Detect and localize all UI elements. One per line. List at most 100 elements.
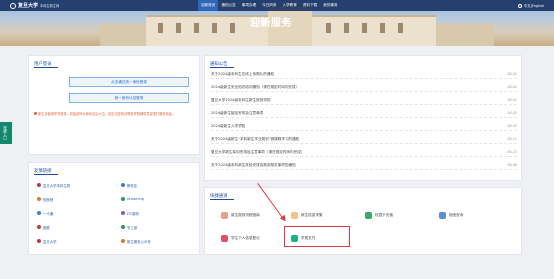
notice-title: 2024级新生入学须知 bbox=[211, 123, 246, 128]
language-label: 中文|English bbox=[523, 4, 544, 8]
notice-title: 复旦大学新生军训安排及注意事项（请在规定时间内完成） bbox=[211, 149, 305, 154]
link-icon bbox=[121, 183, 125, 187]
login-panel: 用户登录 点击通过统一身份登录 统一身份认证登录 新生请使用学号登录，初始密码为… bbox=[28, 55, 200, 155]
notice-date: 08-06 bbox=[507, 163, 517, 167]
tile-label: 校园卡充值 bbox=[375, 212, 393, 217]
building-wing-right bbox=[434, 24, 494, 46]
nav-item-my-affairs[interactable]: 我的事务 bbox=[320, 0, 340, 11]
quick-tile-registration-guide[interactable]: 新生报到流程指南 bbox=[217, 205, 279, 225]
form-icon bbox=[291, 211, 298, 219]
link-university[interactable]: 复旦大学 bbox=[37, 238, 57, 244]
link-label: 新生服务公众号 bbox=[127, 239, 151, 244]
link-label: 学工部 bbox=[127, 225, 138, 230]
side-quick-tab[interactable]: 快捷入口 bbox=[0, 122, 12, 144]
tile-label: 新生信息采集 bbox=[301, 212, 323, 217]
notice-date: 08-02 bbox=[507, 111, 517, 115]
notice-row[interactable]: 关于2024级本科生在线上传照片的通知 08-02 bbox=[211, 70, 517, 79]
site-logo[interactable]: 复旦大学 本科生新生网 bbox=[10, 2, 59, 9]
notice-title: 复旦大学2024级本科生新生报到须知 bbox=[211, 97, 271, 102]
title-underline bbox=[210, 67, 234, 68]
nav-item-home[interactable]: 迎新首页 bbox=[198, 0, 219, 11]
nav-item-gallery[interactable]: 今日风采 bbox=[259, 0, 279, 11]
notice-row[interactable]: 2024级新生入学须知 08-05 bbox=[211, 122, 517, 131]
link-hospital[interactable]: 校医院 bbox=[37, 196, 53, 202]
title-underline bbox=[34, 67, 58, 68]
notice-title: 关于2024级本科新生体检安排及报到相关事项的通知 bbox=[211, 162, 296, 167]
link-icon bbox=[121, 239, 125, 243]
link-undergrad-school[interactable]: 复旦大学本科生院 bbox=[37, 182, 70, 188]
link-youth-league[interactable]: 团委 bbox=[37, 224, 50, 230]
language-switch[interactable]: 中文|English bbox=[517, 2, 544, 9]
link-label: ITC服务 bbox=[127, 211, 140, 216]
link-icon bbox=[121, 211, 125, 215]
nav-item-notices[interactable]: 通知公告 bbox=[218, 0, 238, 11]
link-campus-card[interactable]: 一卡通 bbox=[37, 210, 53, 216]
tile-label: 学生个人信息登记 bbox=[231, 235, 260, 240]
main-nav: 迎新首页 通知公告 事项办理 今日风采 入学教育 资料下载 我的事务 bbox=[198, 0, 341, 11]
nav-item-downloads[interactable]: 资料下载 bbox=[300, 0, 320, 11]
notices-panel: 通知公告 关于2024级本科生在线上传照片的通知 08-02 2024级新生安全知… bbox=[204, 55, 522, 181]
link-label: 团委 bbox=[43, 225, 50, 230]
notice-date: 08-01 bbox=[507, 98, 517, 102]
nav-item-orientation[interactable]: 入学教育 bbox=[280, 0, 300, 11]
notice-row[interactable]: 2024级新生安全知识培训通知（请在规定时间内完成） 08-02 bbox=[211, 83, 517, 92]
card-icon bbox=[365, 211, 372, 219]
notice-row[interactable]: 复旦大学2024级本科生新生报到须知 08-01 bbox=[211, 96, 517, 105]
login-tip: 新生请使用学号登录，初始密码为身份证后六位，如忘记密码请联系学院辅导员或拨打服务… bbox=[34, 112, 196, 117]
notice-row[interactable]: 2024级新生接站安排及注意事项 08-02 bbox=[211, 109, 517, 118]
link-student-affairs[interactable]: 学工部 bbox=[121, 224, 137, 230]
unified-login-button[interactable]: 点击通过统一身份登录 bbox=[69, 77, 189, 87]
quick-tile-dorm-query[interactable]: 宿舍查询 bbox=[435, 205, 497, 225]
logo-subtitle: 本科生新生网 bbox=[40, 4, 60, 8]
notice-date: 08-02 bbox=[507, 72, 517, 76]
tile-label: 宿舍查询 bbox=[449, 212, 464, 217]
dorm-icon bbox=[439, 211, 446, 219]
notice-date: 08-05 bbox=[507, 124, 517, 128]
link-label: 复旦大学 bbox=[43, 239, 57, 244]
quick-access-panel: 快捷通道 新生报到流程指南 新生信息采集 校园卡充值 宿舍查询 学生个人信息登记… bbox=[204, 187, 522, 255]
building-wing-left bbox=[100, 24, 150, 46]
notice-title: 2024级新生接站安排及注意事项 bbox=[211, 110, 264, 115]
notice-row[interactable]: 复旦大学新生军训安排及注意事项（请在规定时间内完成） 08-22 bbox=[211, 148, 517, 157]
quick-tile-card-topup[interactable]: 校园卡充值 bbox=[361, 205, 423, 225]
notice-date: 08-12 bbox=[507, 137, 517, 141]
link-elearning[interactable]: eLearning bbox=[121, 196, 144, 202]
link-label: 复旦大学本科生院 bbox=[43, 183, 71, 188]
link-itc[interactable]: ITC服务 bbox=[121, 210, 139, 216]
tile-label: 新生报到流程指南 bbox=[231, 212, 260, 217]
link-icon bbox=[37, 183, 41, 187]
logo-name: 复旦大学 bbox=[18, 3, 39, 9]
notice-date: 08-22 bbox=[507, 150, 517, 154]
identity-auth-button[interactable]: 统一身份认证登录 bbox=[69, 93, 189, 103]
notice-date: 08-02 bbox=[507, 85, 517, 89]
guide-icon bbox=[221, 211, 228, 219]
link-icon bbox=[37, 239, 41, 243]
nav-item-services[interactable]: 事项办理 bbox=[239, 0, 259, 11]
link-label: 一卡通 bbox=[43, 211, 54, 216]
links-panel: 友情链接 复旦大学本科生院 教务处 校医院 eLearning 一卡通 ITC服… bbox=[28, 162, 200, 255]
link-icon bbox=[121, 225, 125, 229]
top-navbar: 复旦大学 本科生新生网 迎新首页 通知公告 事项办理 今日风采 入学教育 资料下… bbox=[0, 0, 554, 11]
link-icon bbox=[37, 211, 41, 215]
link-icon bbox=[121, 197, 125, 201]
link-label: 校医院 bbox=[43, 197, 54, 202]
link-label: 教务处 bbox=[127, 183, 138, 188]
notice-title: 关于2024级新生“本科新生学业规划”微课程学习的通知 bbox=[211, 136, 300, 141]
notice-row[interactable]: 关于2024级新生“本科新生学业规划”微课程学习的通知 08-12 bbox=[211, 135, 517, 144]
notice-row[interactable]: 关于2024级本科新生体检安排及报到相关事项的通知 08-06 bbox=[211, 161, 517, 170]
link-wechat-account[interactable]: 新生服务公众号 bbox=[121, 238, 151, 244]
annotation-highlight-box bbox=[284, 226, 350, 247]
login-tip-text: 新生请使用学号登录，初始密码为身份证后六位，如忘记密码请联系学院辅导员或拨打服务… bbox=[38, 112, 176, 116]
banner-title: 迎新服务 bbox=[250, 18, 292, 29]
link-icon bbox=[37, 225, 41, 229]
link-academic-affairs[interactable]: 教务处 bbox=[121, 182, 137, 188]
title-underline bbox=[210, 199, 234, 200]
info-icon bbox=[34, 112, 37, 115]
quick-tile-info-collection[interactable]: 新生信息采集 bbox=[287, 205, 349, 225]
quick-tile-personal-info[interactable]: 学生个人信息登记 bbox=[217, 228, 279, 248]
title-underline bbox=[34, 174, 58, 175]
university-seal-icon bbox=[10, 2, 16, 9]
notice-title: 2024级新生安全知识培训通知（请在规定时间内完成） bbox=[211, 84, 300, 89]
link-icon bbox=[37, 197, 41, 201]
notice-title: 关于2024级本科生在线上传照片的通知 bbox=[211, 71, 275, 76]
